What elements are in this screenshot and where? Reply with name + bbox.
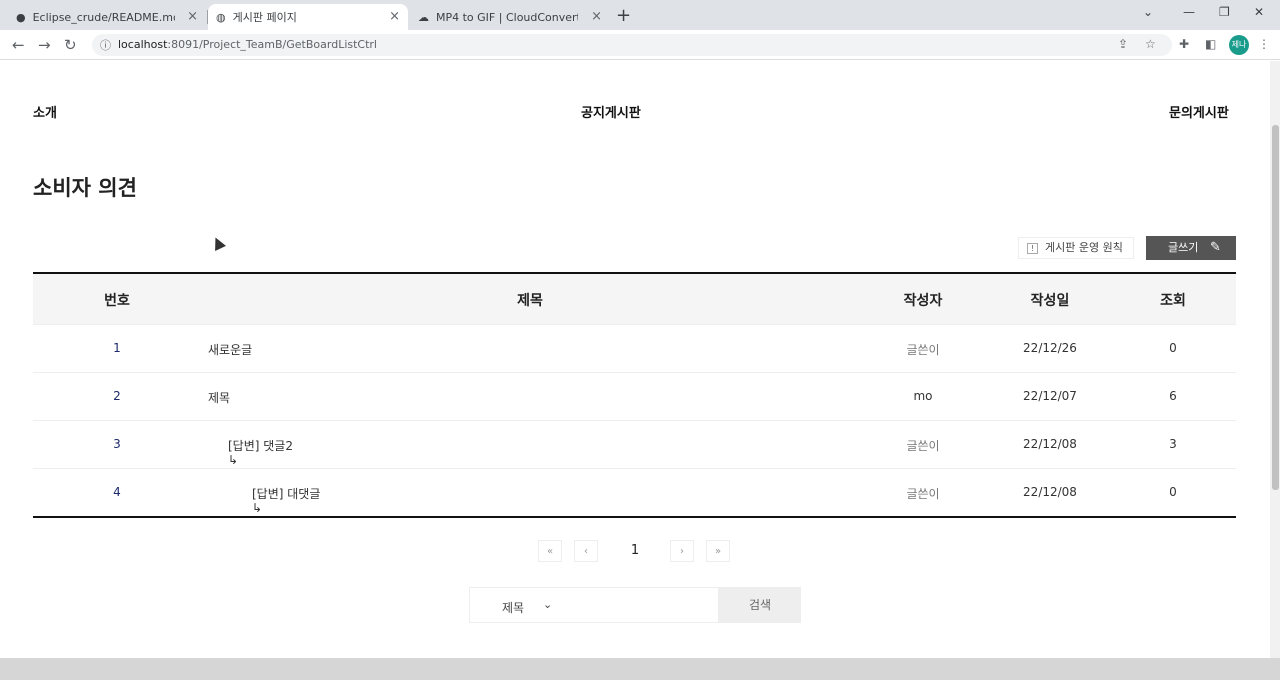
post-title-cell: ↳ [답변] 대댓글 <box>252 485 320 515</box>
back-icon[interactable]: ← <box>12 36 25 54</box>
new-tab-button[interactable]: + <box>616 5 631 26</box>
table-row[interactable]: 2 제목 mo 22/12/07 6 <box>33 372 1236 420</box>
header-title: 제목 <box>517 293 543 309</box>
header-views: 조회 <box>1160 293 1186 309</box>
tab-title: 게시판 페이지 <box>232 11 297 24</box>
post-date: 22/12/08 <box>1023 437 1077 451</box>
forward-icon[interactable]: → <box>38 36 51 54</box>
header-date: 작성일 <box>1030 293 1070 309</box>
post-author: 글쓴이 <box>906 487 940 501</box>
write-button-label: 글쓰기 <box>1168 241 1199 254</box>
site-info-icon[interactable]: ⓘ <box>100 37 111 53</box>
table-row[interactable]: 3 ↳ [답변] 댓글2 글쓴이 22/12/08 3 <box>33 420 1236 468</box>
table-row[interactable]: 1 새로운글 글쓴이 22/12/26 0 <box>33 324 1236 372</box>
browser-tab-bar: ● Eclipse_crude/README.md at ma × ◍ 게시판 … <box>0 0 1280 30</box>
post-title-link[interactable]: [답변] 댓글2 <box>228 439 293 453</box>
post-number: 2 <box>113 389 121 403</box>
search-button[interactable]: 검색 <box>719 587 801 623</box>
board-rules-label: 게시판 운영 원칙 <box>1045 241 1123 254</box>
url-text: localhost:8091/Project_TeamB/GetBoardLis… <box>118 38 377 51</box>
nav-about[interactable]: 소개 <box>33 102 57 121</box>
current-page[interactable]: 1 <box>623 540 647 562</box>
cloud-icon: ☁ <box>418 10 429 24</box>
post-views: 3 <box>1169 437 1177 451</box>
post-title-cell: ↳ [답변] 댓글2 <box>228 437 293 467</box>
pencil-icon: ✎ <box>1210 240 1221 255</box>
first-page-button[interactable]: « <box>538 540 562 562</box>
mouse-cursor-icon <box>210 235 226 251</box>
post-views: 0 <box>1169 341 1177 355</box>
table-header: 번호 제목 작성자 작성일 조회 <box>33 274 1236 324</box>
next-page-button[interactable]: › <box>670 540 694 562</box>
chevron-down-icon: ⌄ <box>543 598 553 611</box>
scrollbar-thumb[interactable] <box>1272 125 1279 490</box>
board-rules-button[interactable]: ! 게시판 운영 원칙 <box>1018 237 1134 259</box>
reply-arrow-icon: ↳ <box>252 501 263 515</box>
board-table: 번호 제목 작성자 작성일 조회 1 새로운글 글쓴이 22/12/26 0 2… <box>33 272 1236 518</box>
post-author: mo <box>913 389 933 403</box>
minimize-icon[interactable]: — <box>1183 5 1195 19</box>
post-date: 22/12/07 <box>1023 389 1077 403</box>
window-bottom-edge <box>0 658 1280 680</box>
close-icon[interactable]: × <box>389 9 400 24</box>
post-views: 0 <box>1169 485 1177 499</box>
tab-title: MP4 to GIF | CloudConvert <box>436 10 578 24</box>
post-number: 1 <box>113 341 121 355</box>
tab-search-icon[interactable]: ⌄ <box>1143 5 1153 19</box>
nav-notice-board[interactable]: 공지게시판 <box>581 102 641 121</box>
post-author: 글쓴이 <box>906 343 940 357</box>
extensions-icon[interactable]: ✚ <box>1179 37 1189 51</box>
globe-icon: ◍ <box>216 10 226 24</box>
header-no: 번호 <box>104 293 130 309</box>
post-title-link[interactable]: 제목 <box>208 389 230 406</box>
table-row[interactable]: 4 ↳ [답변] 대댓글 글쓴이 22/12/08 0 <box>33 468 1236 516</box>
github-icon: ● <box>16 10 26 24</box>
nav-inquiry-board[interactable]: 문의게시판 <box>1169 102 1229 121</box>
post-title-link[interactable]: [답변] 대댓글 <box>252 487 320 501</box>
browser-tab-board[interactable]: ◍ 게시판 페이지 × <box>208 4 408 30</box>
browser-toolbar: ← → ↻ ⓘ localhost:8091/Project_TeamB/Get… <box>0 30 1280 60</box>
reload-icon[interactable]: ↻ <box>64 36 77 54</box>
header-author: 작성자 <box>903 293 943 309</box>
reply-arrow-icon: ↳ <box>228 453 239 467</box>
browser-tab-cloudconvert[interactable]: ☁ MP4 to GIF | CloudConvert × <box>410 4 610 30</box>
post-views: 6 <box>1169 389 1177 403</box>
write-button[interactable]: 글쓰기 ✎ <box>1146 236 1236 260</box>
post-title-link[interactable]: 새로운글 <box>208 341 252 358</box>
post-date: 22/12/26 <box>1023 341 1077 355</box>
window-close-icon[interactable]: ✕ <box>1254 5 1264 19</box>
info-icon: ! <box>1027 243 1038 254</box>
bookmark-star-icon[interactable]: ☆ <box>1145 37 1156 51</box>
share-icon[interactable]: ⇪ <box>1118 37 1128 51</box>
last-page-button[interactable]: » <box>706 540 730 562</box>
side-panel-icon[interactable]: ◧ <box>1205 37 1216 51</box>
search-field-value: 제목 <box>502 601 525 615</box>
post-number: 3 <box>113 437 121 451</box>
post-date: 22/12/08 <box>1023 485 1077 499</box>
post-author: 글쓴이 <box>906 439 940 453</box>
prev-page-button[interactable]: ‹ <box>574 540 598 562</box>
browser-tab-github[interactable]: ● Eclipse_crude/README.md at ma × <box>8 4 206 30</box>
tab-title: Eclipse_crude/README.md at ma <box>32 10 175 24</box>
more-menu-icon[interactable]: ⋮ <box>1258 37 1270 51</box>
post-number: 4 <box>113 485 121 499</box>
close-icon[interactable]: × <box>187 9 198 24</box>
profile-avatar[interactable]: 제나 <box>1229 35 1249 55</box>
page-title: 소비자 의견 <box>33 176 137 200</box>
close-icon[interactable]: × <box>591 9 602 24</box>
address-bar[interactable]: ⓘ localhost:8091/Project_TeamB/GetBoardL… <box>92 34 1172 56</box>
search-field-select[interactable]: 제목 ⌄ <box>469 587 719 623</box>
maximize-icon[interactable]: ❐ <box>1219 5 1230 19</box>
